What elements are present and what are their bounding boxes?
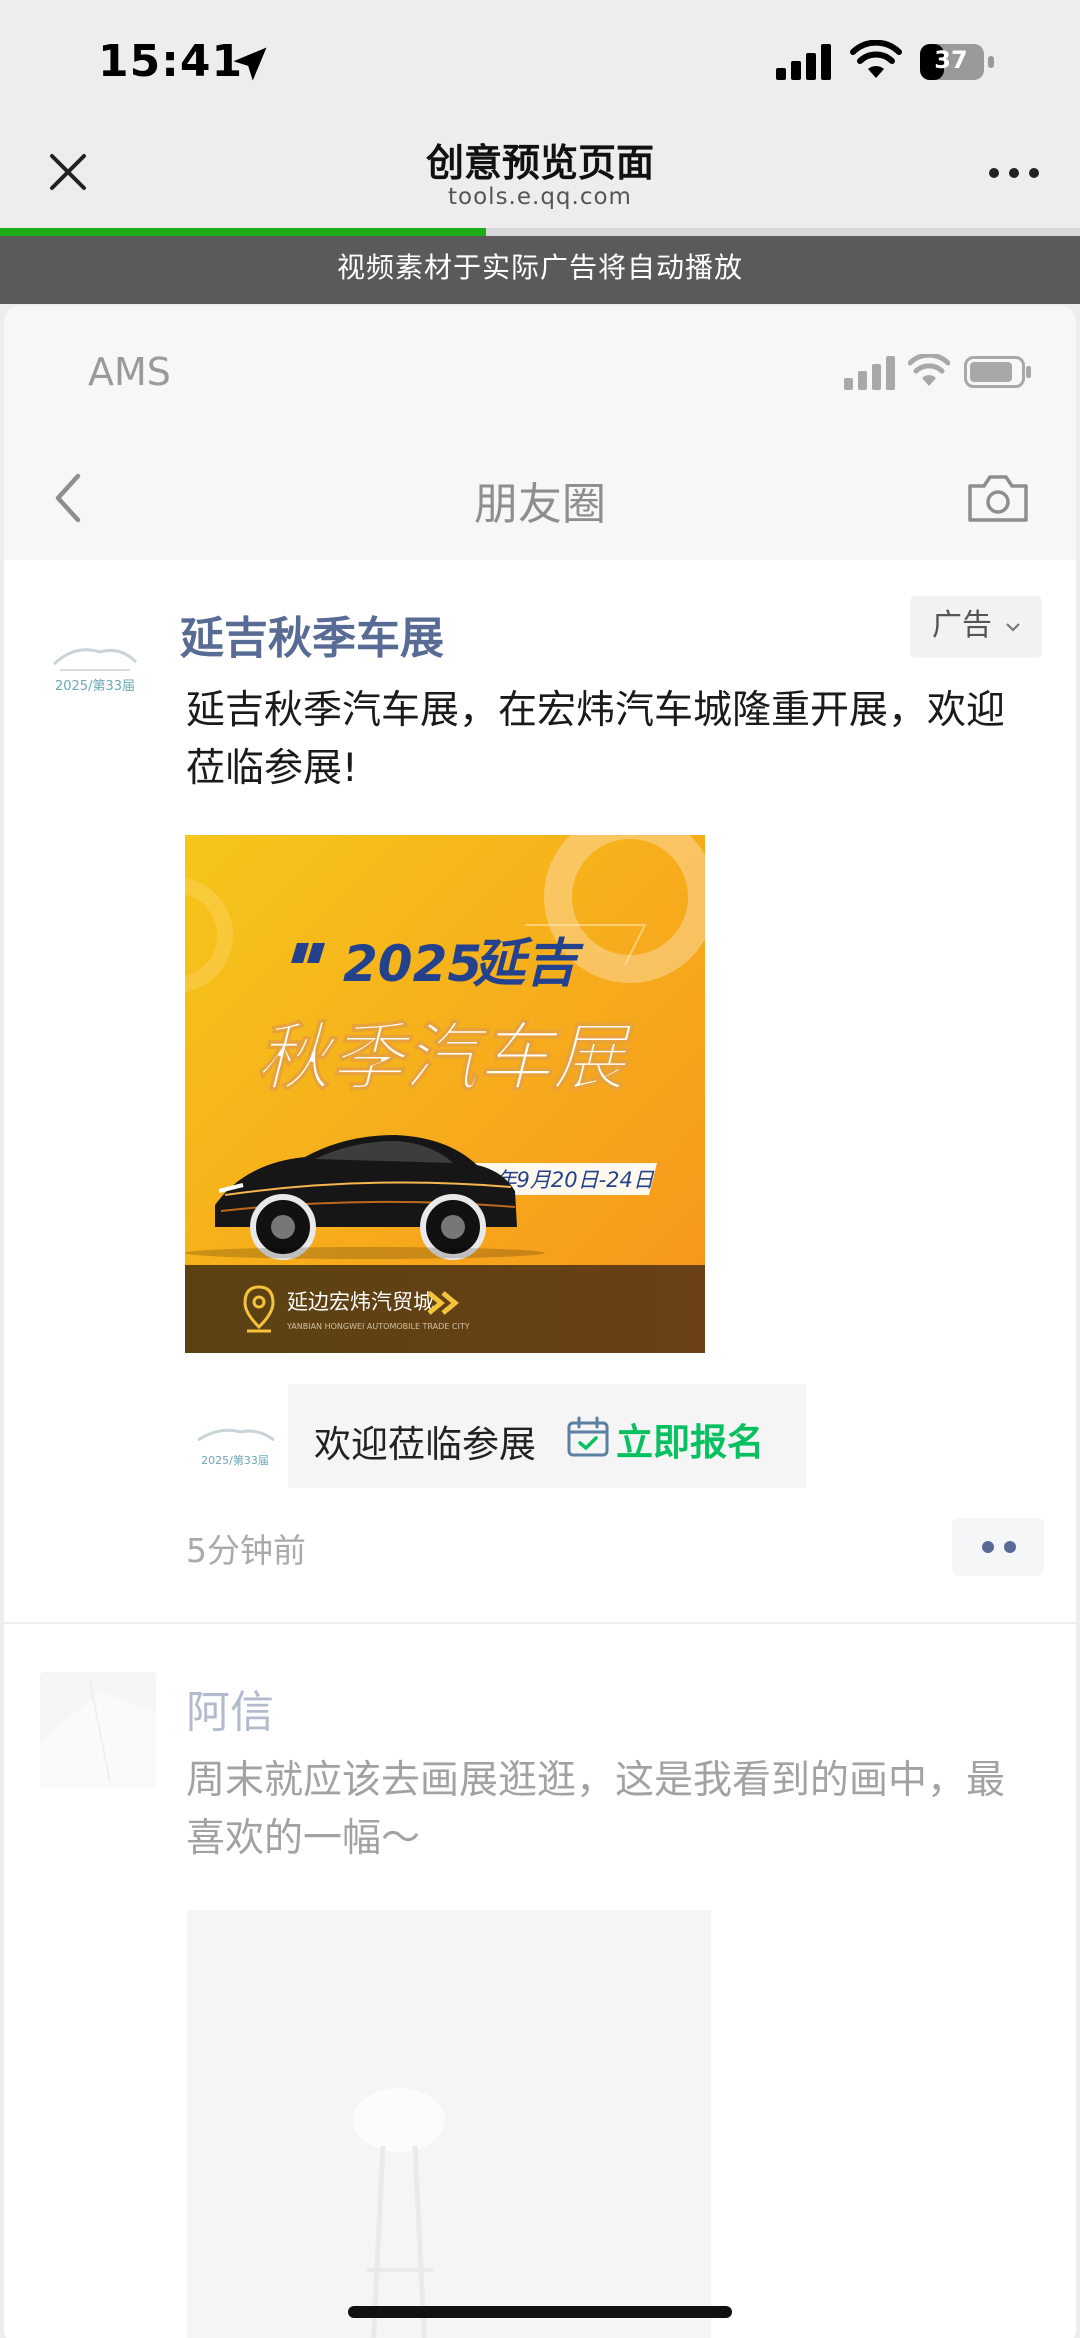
preview-card: AMS 朋友圈 2025/第33届 延吉秋季车展 广告 延吉秋季汽车展，在宏炜汽… [4,306,1076,2338]
page-domain: tools.e.qq.com [448,184,632,210]
preview-carrier: AMS [88,350,171,394]
moments-title: 朋友圈 [474,479,606,530]
ad-tag-button[interactable]: 广告 [910,596,1042,658]
calendar-icon [567,1416,609,1457]
cta-logo: 2025/第33届 [190,1410,280,1488]
ad-image-year: 2025 [343,935,482,993]
post-timestamp: 5分钟前 [186,1531,306,1570]
advertiser-logo-text: 2025/第33届 [55,679,135,694]
ad-image-city: 延吉 [472,934,584,994]
preview-wifi-icon [908,354,950,386]
user-name[interactable]: 阿信 [186,1676,274,1740]
battery-icon: 37 [920,44,1000,82]
advertiser-name[interactable]: 延吉秋季车展 [180,602,444,666]
page-title: 创意预览页面 [425,141,654,185]
advertiser-avatar[interactable]: 2025/第33届 [40,614,150,724]
status-time: 15:41 [98,36,244,87]
location-arrow-icon [233,47,267,81]
battery-level: 37 [934,46,968,74]
post-divider [4,1622,1076,1624]
camera-icon[interactable] [966,472,1030,524]
video-notice-bar: 视频素材于实际广告将自动播放 [0,236,1080,304]
ad-creative-image[interactable]: 2025 延吉 秋季汽车展 2025年9月20日-24日 延边宏炜汽贸城 YAN… [185,835,705,1353]
ad-image-venue: 延边宏炜汽贸城 [287,1290,434,1314]
preview-battery-icon [964,356,1031,388]
preview-signal-icon [844,356,895,390]
cta-logo-text: 2025/第33届 [201,1453,269,1467]
register-now-button[interactable]: 立即报名 [616,1412,764,1466]
ad-image-venue-en: YANBIAN HONGWEI AUTOMOBILE TRADE CITY [286,1322,470,1331]
post-actions-button[interactable] [952,1518,1044,1576]
more-options-icon[interactable] [984,158,1044,188]
ad-tag-label: 广告 [932,608,992,643]
cellular-signal-icon [776,44,831,80]
user-post-text: 周末就应该去画展逛逛，这是我看到的画中，最喜欢的一幅～ [186,1758,1006,1861]
user-avatar[interactable] [40,1672,156,1788]
ad-post-text: 延吉秋季汽车展，在宏炜汽车城隆重开展，欢迎莅临参展! [186,688,1006,791]
ad-image-headline: 秋季汽车展 [256,1015,634,1101]
wifi-icon [850,40,902,78]
cta-text: 欢迎莅临参展 [314,1423,536,1466]
chevron-down-icon [1005,622,1020,632]
two-dots-icon [982,1541,1016,1553]
load-progress-bar [0,228,486,236]
user-post-image[interactable] [187,1910,711,2338]
home-indicator [348,2306,732,2318]
